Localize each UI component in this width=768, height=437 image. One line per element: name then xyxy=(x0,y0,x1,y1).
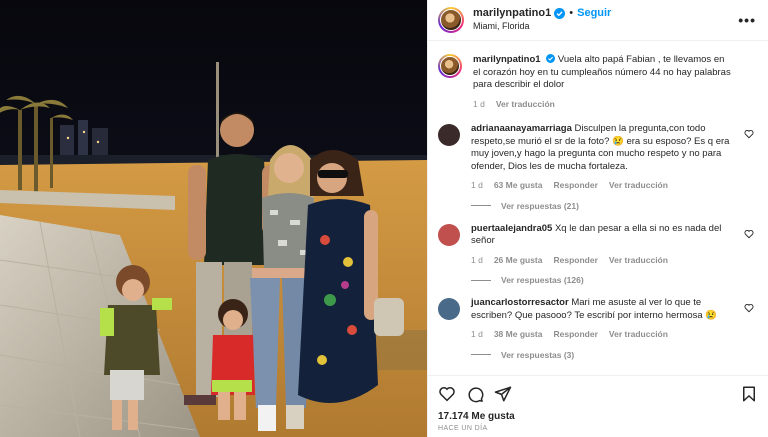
author-avatar[interactable] xyxy=(438,7,464,33)
translate-link[interactable]: Ver traducción xyxy=(609,254,668,267)
view-replies-button[interactable]: Ver respuestas (126) xyxy=(471,275,754,285)
replies-divider xyxy=(471,354,491,355)
comment-item: juancarlostorresactor Mari me asuste al … xyxy=(438,297,754,341)
replies-divider xyxy=(471,279,491,281)
comment-likes[interactable]: 63 Me gusta xyxy=(494,179,543,192)
comment-item: puertaalejandra05 Xq le dan pesar a ella… xyxy=(438,223,754,267)
action-bar xyxy=(438,384,758,404)
verified-badge-icon xyxy=(554,8,566,19)
comment-time[interactable]: 1 d xyxy=(471,328,483,341)
translate-link[interactable]: Ver traducción xyxy=(609,328,668,341)
post-footer: 17.174 Me gusta HACE UN DÍA xyxy=(428,375,768,437)
reply-button[interactable]: Responder xyxy=(553,179,597,192)
likes-count[interactable]: 17.174 Me gusta xyxy=(438,411,758,422)
commenter-avatar[interactable] xyxy=(438,298,460,320)
post-details-panel: marilynpatino1 • Seguir Miami, Florida •… xyxy=(427,0,768,437)
view-replies-button[interactable]: Ver respuestas (21) xyxy=(471,201,754,211)
beach-family-photo xyxy=(0,0,427,437)
author-username[interactable]: marilynpatino1 xyxy=(473,7,551,20)
bookmark-icon[interactable] xyxy=(740,385,758,403)
comment-likes[interactable]: 38 Me gusta xyxy=(494,328,543,341)
comment-username[interactable]: puertaalejandra05 xyxy=(471,223,552,234)
like-comment-heart-icon[interactable] xyxy=(744,303,754,313)
comment-username[interactable]: adrianaanayamarriaga xyxy=(471,123,572,134)
reply-button[interactable]: Responder xyxy=(553,328,597,341)
like-comment-heart-icon[interactable] xyxy=(744,129,754,139)
more-options-icon[interactable]: ••• xyxy=(738,12,756,28)
commenter-avatar[interactable] xyxy=(438,223,460,246)
post-timestamp[interactable]: HACE UN DÍA xyxy=(438,425,758,432)
heart-icon[interactable] xyxy=(438,385,456,403)
header-separator: • xyxy=(569,7,574,19)
comment-time[interactable]: 1 d xyxy=(471,254,483,267)
caption-username[interactable]: marilynpatino1 xyxy=(473,54,541,65)
reply-button[interactable]: Responder xyxy=(553,254,597,267)
share-icon[interactable] xyxy=(494,385,512,403)
like-comment-heart-icon[interactable] xyxy=(744,229,754,239)
comment-username[interactable]: juancarlostorresactor xyxy=(471,297,569,308)
caption-author-avatar[interactable] xyxy=(438,54,462,78)
commenter-avatar[interactable] xyxy=(438,124,460,146)
comment-time[interactable]: 1 d xyxy=(471,179,483,192)
translate-link[interactable]: Ver traducción xyxy=(609,179,668,192)
post-header: marilynpatino1 • Seguir Miami, Florida •… xyxy=(428,0,768,41)
view-replies-label: Ver respuestas (21) xyxy=(501,200,579,211)
caption-time[interactable]: 1 d xyxy=(473,98,485,111)
replies-divider xyxy=(471,205,491,206)
view-replies-button[interactable]: Ver respuestas (3) xyxy=(471,350,754,360)
view-replies-label: Ver respuestas (126) xyxy=(501,275,584,285)
comment-likes[interactable]: 26 Me gusta xyxy=(494,254,543,267)
verified-badge-icon xyxy=(546,54,556,63)
comments-list[interactable]: marilynpatino1 Vuela alto papá Fabian , … xyxy=(428,42,768,375)
comment-icon[interactable] xyxy=(466,385,484,403)
caption-translate-link[interactable]: Ver traducción xyxy=(496,98,555,111)
view-replies-label: Ver respuestas (3) xyxy=(501,349,575,360)
post-caption: marilynpatino1 Vuela alto papá Fabian , … xyxy=(438,54,754,110)
post-photo[interactable] xyxy=(0,0,427,437)
comment-item: adrianaanayamarriaga Disculpen la pregun… xyxy=(438,123,754,192)
instagram-post: marilynpatino1 • Seguir Miami, Florida •… xyxy=(0,0,768,437)
follow-button[interactable]: Seguir xyxy=(577,7,611,20)
post-location[interactable]: Miami, Florida xyxy=(473,20,738,33)
